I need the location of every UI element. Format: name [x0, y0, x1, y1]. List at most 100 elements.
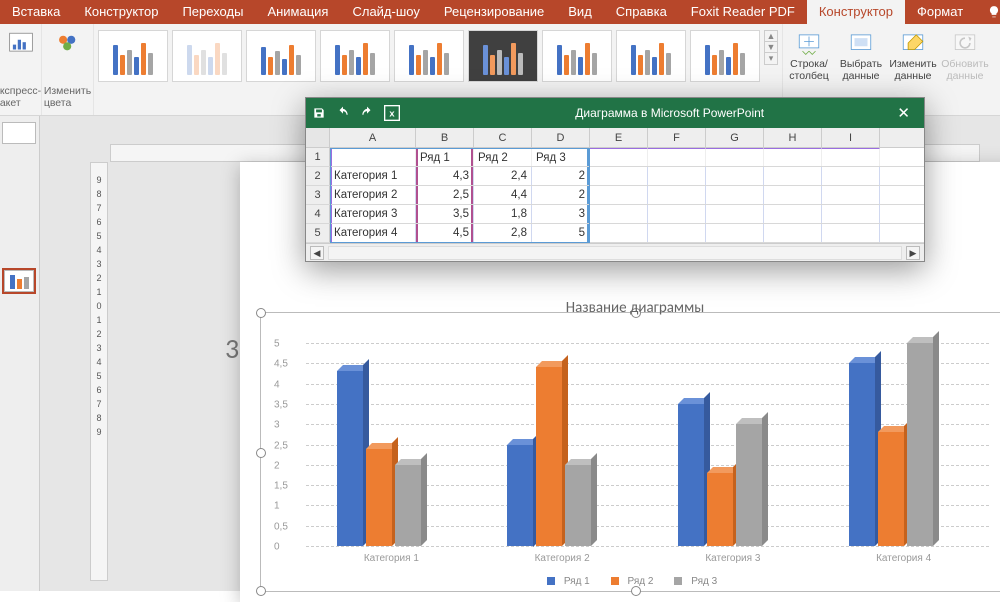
redo-icon[interactable]: [360, 106, 374, 120]
cell-D1[interactable]: Ряд 3: [532, 148, 590, 166]
tab-designer[interactable]: Конструктор: [72, 0, 170, 24]
chart-bar[interactable]: [366, 449, 392, 546]
tab-animation[interactable]: Анимация: [255, 0, 340, 24]
slide-thumbnails: [0, 116, 40, 591]
legend-item-2: Ряд 2: [611, 576, 660, 587]
y-tick: 1,5: [274, 481, 288, 492]
chart-style-3[interactable]: [246, 30, 316, 82]
chart-bar[interactable]: [395, 465, 421, 546]
chart-plot-area[interactable]: 00,511,522,533,544,55 Категория 1 Катего…: [306, 343, 989, 546]
cell-C2[interactable]: 2,4: [474, 167, 532, 185]
ribbon-tabstrip: Вставка Конструктор Переходы Анимация Сл…: [0, 0, 1000, 24]
excel-sheet[interactable]: A B C D E F G H I 1 Ряд 1 Ряд 2 Ряд 3 2 …: [306, 128, 924, 243]
gallery-more[interactable]: ▾: [765, 53, 777, 64]
cell-D3[interactable]: 2: [532, 186, 590, 204]
chart-bar[interactable]: [565, 465, 591, 546]
excel-app-icon[interactable]: x: [384, 105, 400, 121]
x-tick: Категория 2: [507, 553, 616, 564]
cell-A1[interactable]: [330, 148, 416, 166]
cell-C1[interactable]: Ряд 2: [474, 148, 532, 166]
cell-A3[interactable]: Категория 2: [330, 186, 416, 204]
cell-D2[interactable]: 2: [532, 167, 590, 185]
tab-review[interactable]: Рецензирование: [432, 0, 556, 24]
tab-transitions[interactable]: Переходы: [170, 0, 255, 24]
cell-D5[interactable]: 5: [532, 224, 590, 242]
excel-hscrollbar[interactable]: ◀ ▶: [306, 243, 924, 261]
cell-B5[interactable]: 4,5: [416, 224, 474, 242]
chart-style-6[interactable]: [468, 30, 538, 82]
chart-bar[interactable]: [707, 473, 733, 546]
scroll-track[interactable]: [328, 246, 902, 260]
cell-B3[interactable]: 2,5: [416, 186, 474, 204]
chart-object[interactable]: Название диаграммы 00,511,522,533,544,55…: [260, 312, 1000, 592]
chart-bar[interactable]: [907, 343, 933, 546]
chart-bar[interactable]: [878, 432, 904, 546]
cell-D4[interactable]: 3: [532, 205, 590, 223]
chart-bar[interactable]: [736, 424, 762, 546]
row-4[interactable]: 4: [306, 205, 330, 223]
cell-C4[interactable]: 1,8: [474, 205, 532, 223]
chart-style-9[interactable]: [690, 30, 760, 82]
group-quicklayout[interactable]: кспресс- акет: [0, 24, 42, 115]
tab-slideshow[interactable]: Слайд-шоу: [340, 0, 431, 24]
chart-style-5[interactable]: [394, 30, 464, 82]
cell-B1[interactable]: Ряд 1: [416, 148, 474, 166]
slide-thumb-blank[interactable]: [2, 122, 36, 144]
col-F[interactable]: F: [648, 128, 706, 147]
col-H[interactable]: H: [764, 128, 822, 147]
col-B[interactable]: B: [416, 128, 474, 147]
cell-B4[interactable]: 3,5: [416, 205, 474, 223]
select-all-corner[interactable]: [306, 128, 330, 147]
tab-format[interactable]: Формат: [905, 0, 975, 24]
cell-C3[interactable]: 4,4: [474, 186, 532, 204]
chart-style-2[interactable]: [172, 30, 242, 82]
tab-foxit[interactable]: Foxit Reader PDF: [679, 0, 807, 24]
excel-titlebar[interactable]: x Диаграмма в Microsoft PowerPoint ✕: [306, 98, 924, 128]
chart-style-1[interactable]: [98, 30, 168, 82]
col-C[interactable]: C: [474, 128, 532, 147]
tab-chart-designer[interactable]: Конструктор: [807, 0, 905, 24]
scroll-left-button[interactable]: ◀: [310, 246, 324, 260]
scroll-right-button[interactable]: ▶: [906, 246, 920, 260]
tab-insert[interactable]: Вставка: [0, 0, 72, 24]
excel-close-button[interactable]: ✕: [889, 104, 918, 122]
cell-C5[interactable]: 2,8: [474, 224, 532, 242]
chart-title[interactable]: Название диаграммы: [261, 295, 1000, 321]
cell-A2[interactable]: Категория 1: [330, 167, 416, 185]
cell-A4[interactable]: Категория 3: [330, 205, 416, 223]
y-tick: 2,5: [274, 440, 288, 451]
legend-item-3: Ряд 3: [674, 576, 723, 587]
chart-style-7[interactable]: [542, 30, 612, 82]
chart-style-8[interactable]: [616, 30, 686, 82]
chart-bar[interactable]: [507, 445, 533, 547]
chart-legend[interactable]: Ряд 1 Ряд 2 Ряд 3: [261, 576, 1000, 587]
tab-help[interactable]: Справка: [604, 0, 679, 24]
undo-icon[interactable]: [336, 106, 350, 120]
chart-bar[interactable]: [849, 363, 875, 546]
cell-A5[interactable]: Категория 4: [330, 224, 416, 242]
col-I[interactable]: I: [822, 128, 880, 147]
tab-view[interactable]: Вид: [556, 0, 604, 24]
cell-E1[interactable]: [590, 148, 648, 166]
group-changecolors[interactable]: Изменить цвета: [42, 24, 94, 115]
chart-style-4[interactable]: [320, 30, 390, 82]
slide-thumb-current[interactable]: [2, 268, 36, 294]
row-1[interactable]: 1: [306, 148, 330, 166]
col-A[interactable]: A: [330, 128, 416, 147]
chart-bar[interactable]: [678, 404, 704, 546]
gallery-scroll-down[interactable]: ▼: [765, 42, 777, 53]
chart-bar[interactable]: [536, 367, 562, 546]
row-3[interactable]: 3: [306, 186, 330, 204]
col-D[interactable]: D: [532, 128, 590, 147]
tab-tellme[interactable]: Помощник: [975, 0, 1000, 24]
gallery-scroll-up[interactable]: ▲: [765, 31, 777, 42]
col-G[interactable]: G: [706, 128, 764, 147]
save-icon[interactable]: [312, 106, 326, 120]
col-E[interactable]: E: [590, 128, 648, 147]
row-2[interactable]: 2: [306, 167, 330, 185]
bar-group: Категория 1: [337, 371, 446, 546]
cell-B2[interactable]: 4,3: [416, 167, 474, 185]
row-5[interactable]: 5: [306, 224, 330, 242]
chart-bar[interactable]: [337, 371, 363, 546]
excel-data-window[interactable]: x Диаграмма в Microsoft PowerPoint ✕ A B…: [305, 97, 925, 262]
